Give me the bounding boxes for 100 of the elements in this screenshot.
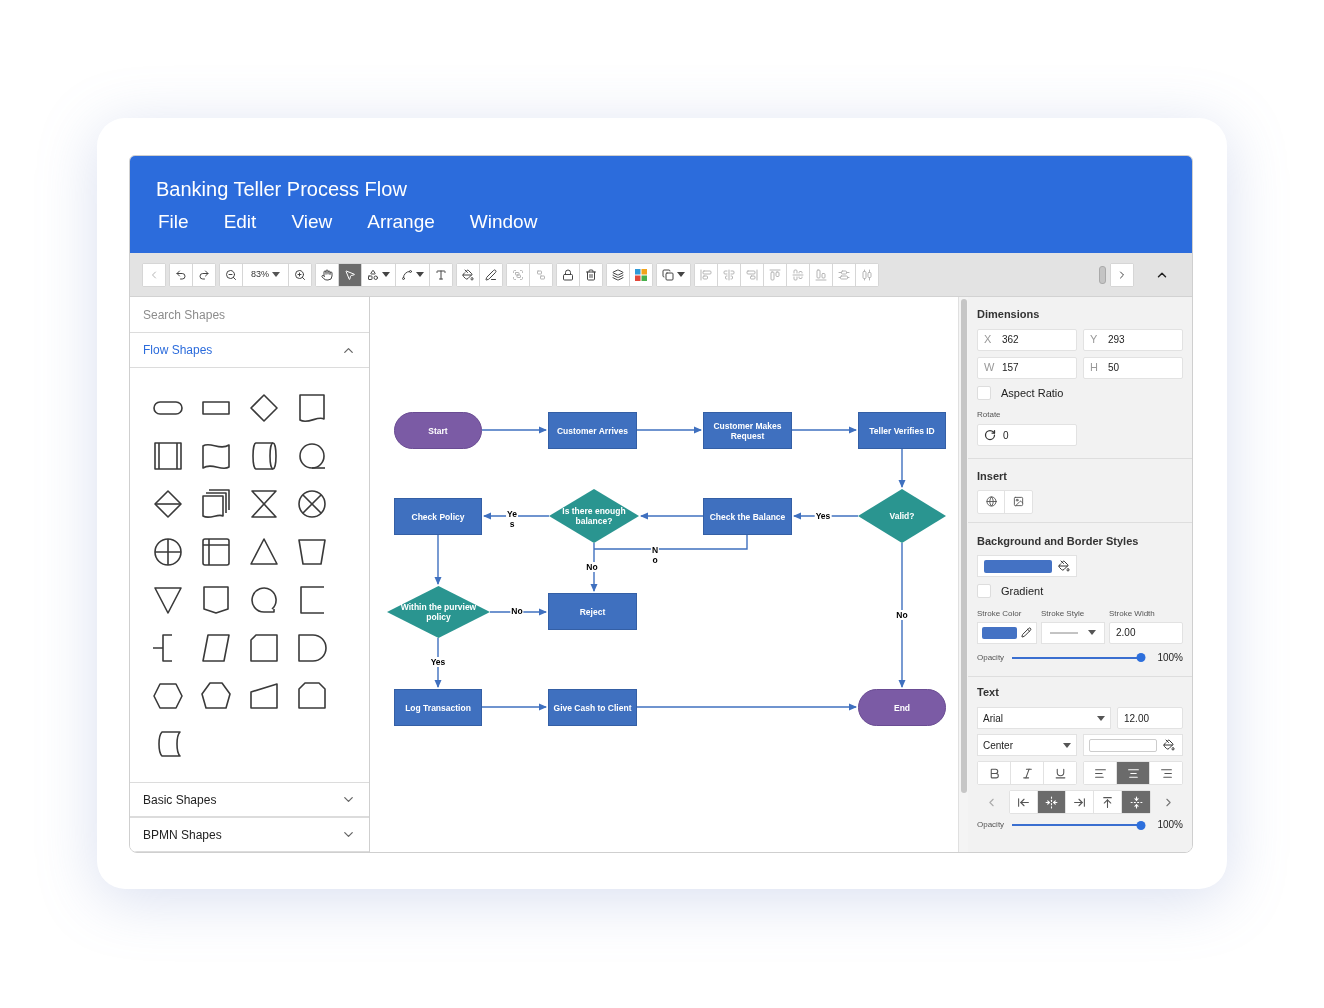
number-field[interactable]: W 157: [977, 356, 1077, 379]
field-label: X: [984, 332, 993, 348]
italic-icon: [1020, 766, 1034, 780]
ungroup-icon: [535, 268, 547, 281]
lock-button[interactable]: [557, 263, 580, 286]
section-title: Text: [977, 684, 1000, 700]
number-field[interactable]: Y 293: [1083, 328, 1183, 351]
process-node: Customer Makes Request: [703, 412, 792, 449]
search-field[interactable]: Search Shapes: [130, 297, 369, 333]
caret-icon: [416, 272, 424, 277]
layers-icon: [612, 268, 624, 281]
section-header[interactable]: Flow Shapes: [130, 333, 369, 368]
image-icon: [1013, 496, 1024, 507]
paint-bucket-icon: [462, 268, 474, 281]
section-header[interactable]: BPMN Shapes: [130, 817, 369, 852]
select-button[interactable]: [339, 263, 362, 286]
rotate-icon: [984, 429, 996, 441]
arrow-to-left-line-icon: [1017, 795, 1030, 809]
connector-arrow: [898, 448, 906, 488]
copy-button[interactable]: [657, 263, 690, 286]
menu-item[interactable]: Window: [469, 210, 538, 234]
caret-icon: [272, 272, 280, 277]
process-node: Log Transaction: [394, 689, 482, 726]
pan-button[interactable]: [316, 263, 339, 286]
checkbox[interactable]: [977, 385, 991, 400]
color-grid-icon: [635, 268, 647, 281]
window-title: Banking Teller Process Flow: [156, 177, 408, 202]
font-size-field[interactable]: 12.00: [1117, 707, 1183, 729]
opacity-label: Opacity: [977, 651, 1005, 664]
bold-toggle[interactable]: [978, 762, 1011, 784]
connector-arrow: [489, 608, 547, 616]
font-dropdown[interactable]: Arial: [977, 707, 1111, 729]
distribute-icon: [838, 268, 850, 281]
menu-item[interactable]: View: [291, 210, 333, 234]
line-style-icon: [1050, 631, 1078, 634]
field-caption: Stroke Color: [977, 607, 1023, 620]
stroke-width-field[interactable]: 2.00: [1109, 621, 1183, 644]
checkbox-label: Aspect Ratio: [1001, 385, 1064, 401]
connector-icon: [401, 268, 413, 281]
stroke-color-picker[interactable]: [977, 621, 1037, 644]
toolbar-scroll-thumb[interactable]: [1099, 265, 1106, 284]
caret-icon: [677, 272, 685, 277]
number-field[interactable]: H 50: [1083, 356, 1183, 379]
connector-arrow: [640, 512, 704, 520]
process-node: Check the Balance: [703, 498, 792, 535]
distribute-icon: [861, 268, 873, 281]
field-value: 0: [1003, 428, 1009, 443]
align-bottom-icon: [815, 268, 827, 281]
zoom-out-icon: [225, 268, 237, 281]
center-toggle[interactable]: [1117, 762, 1150, 784]
layers-button[interactable]: [607, 263, 630, 286]
pencil-icon: [1021, 627, 1032, 638]
field-label: W: [984, 360, 996, 376]
zoom-out-button[interactable]: [220, 263, 243, 286]
connector-label: Yes: [429, 657, 447, 667]
center-toggle[interactable]: [1038, 791, 1066, 813]
middle-toggle[interactable]: [1122, 791, 1150, 813]
paint-bucket-icon: [1163, 739, 1175, 751]
text-icon: [435, 268, 447, 281]
number-field[interactable]: X 362: [977, 328, 1077, 351]
text-position-dropdown[interactable]: Center: [977, 734, 1077, 756]
paint-bucket-icon: [1058, 560, 1070, 572]
connector-label: N o: [650, 545, 660, 565]
align-left-icon: [700, 268, 712, 281]
scrollbar-thumb[interactable]: [960, 299, 967, 793]
connector-label: No: [895, 610, 909, 620]
rotate-field[interactable]: 0: [977, 424, 1077, 446]
fill-color-picker[interactable]: [977, 555, 1077, 577]
pen-icon: [485, 268, 497, 281]
decision-node: Valid?: [858, 489, 946, 543]
text-color-picker[interactable]: [1083, 734, 1183, 756]
connector-arrow: [481, 426, 547, 434]
lock-icon: [562, 268, 574, 281]
globe-icon: [985, 496, 997, 507]
menu-item[interactable]: Arrange: [367, 210, 435, 234]
left-toggle[interactable]: [1084, 762, 1117, 784]
slider-thumb[interactable]: [1136, 820, 1146, 830]
color-swatch: [984, 559, 1052, 573]
fold-vertical-icon: [1129, 795, 1143, 809]
field-caption: Stroke Style: [1041, 607, 1086, 620]
caret-icon: [382, 272, 390, 277]
connector-arrow: [791, 426, 857, 434]
undo-button[interactable]: [170, 263, 193, 286]
opacity-value: 100%: [1156, 819, 1183, 831]
fill-button[interactable]: [457, 263, 480, 286]
menu-item[interactable]: Edit: [223, 210, 257, 234]
opacity-label: Opacity: [977, 819, 1005, 831]
field-value: 157: [1002, 361, 1019, 375]
menu-item[interactable]: File: [158, 210, 189, 234]
slider-thumb[interactable]: [1136, 653, 1146, 662]
process-node: Customer Arrives: [548, 412, 637, 449]
checkbox[interactable]: [977, 584, 991, 599]
connector-label: Yes: [814, 511, 832, 521]
section-header[interactable]: Basic Shapes: [130, 782, 369, 817]
caret-icon: [1088, 630, 1096, 635]
align-left-icon: [1093, 766, 1107, 780]
decision-node: Is there enough balance?: [549, 489, 639, 543]
terminator-node: Start: [394, 412, 482, 449]
process-node: Teller Verifies ID: [858, 412, 946, 449]
left-toggle[interactable]: [1010, 791, 1038, 813]
